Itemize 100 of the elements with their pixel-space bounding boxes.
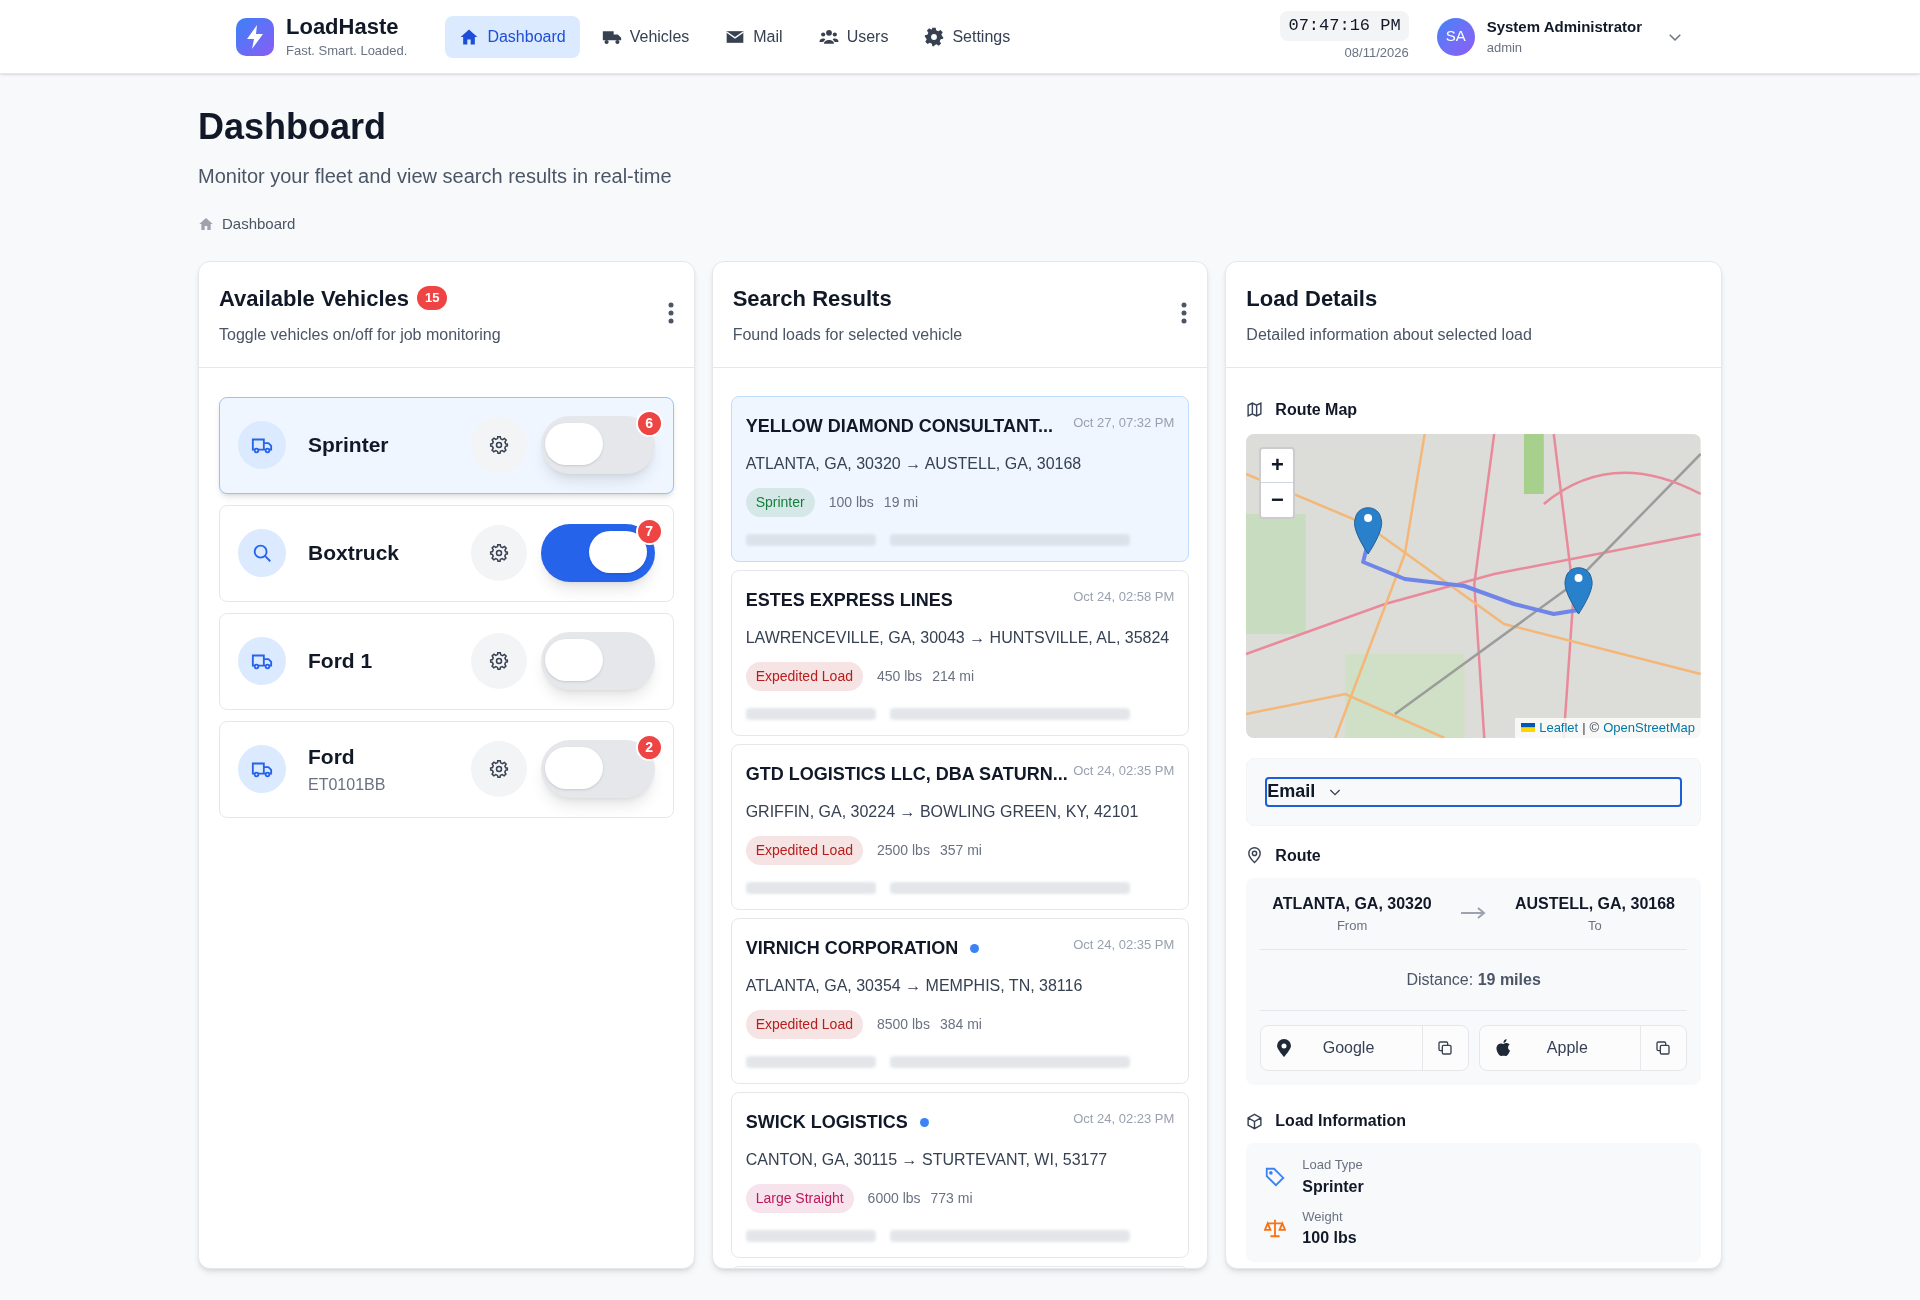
info-value: 100 lbs xyxy=(1302,1228,1357,1248)
notification-badge: 7 xyxy=(635,517,663,545)
toggle-switch[interactable] xyxy=(540,524,655,582)
openstreetmap-link[interactable]: OpenStreetMap xyxy=(1603,718,1695,738)
vehicle-name: Ford 1 xyxy=(308,648,374,675)
load-distance: 357 mi xyxy=(939,840,982,860)
more-options-icon[interactable] xyxy=(667,301,674,324)
app-tagline: Fast. Smart. Loaded. xyxy=(286,41,408,60)
settings-icon xyxy=(924,26,945,47)
load-route: CANTON, GA, 30115 → STURTEVANT, WI, 53177 xyxy=(745,1149,1109,1170)
vehicle-row[interactable]: Sprinter 6 xyxy=(219,396,674,494)
cube-icon xyxy=(1246,1112,1264,1130)
copy-icon xyxy=(1437,1040,1454,1056)
page-subtitle: Monitor your fleet and view search results in real-time xyxy=(198,164,673,189)
panel-title: Load Details xyxy=(1246,284,1379,313)
toggle-switch[interactable] xyxy=(540,416,655,474)
breadcrumb-link[interactable]: Dashboard xyxy=(222,213,296,236)
leaflet-link[interactable]: Leaflet xyxy=(1539,718,1579,738)
load-card[interactable]: SWICK LOGISTICS Oct 24, 02:23 PM CANTON, GA, 30115 → STURTEVANT, WI, 53177 Large Straight 6000 lbs 773 mi xyxy=(730,1091,1190,1258)
vehicle-name: Boxtruck xyxy=(308,540,401,567)
vehicle-row[interactable]: Ford ET0101BB 2 xyxy=(219,720,674,818)
info-label: Load Type xyxy=(1302,1156,1364,1174)
load-timestamp: Oct 27, 07:32 PM xyxy=(1073,413,1175,432)
nav-tab[interactable]: Vehicles xyxy=(587,15,704,58)
nav-tab[interactable]: Mail xyxy=(711,15,797,58)
company-name: SWICK LOGISTICS xyxy=(745,1110,908,1134)
contact-method-dropdown[interactable]: Email xyxy=(1265,776,1682,807)
attribution-separator: | xyxy=(1582,719,1586,737)
load-distance: 773 mi xyxy=(930,1188,973,1208)
load-weight: 100 lbs xyxy=(828,492,874,512)
route-distance: Distance: 19 miles xyxy=(1406,970,1541,990)
load-route: LAWRENCEVILLE, GA, 30043 → HUNTSVILLE, AL, 35824 xyxy=(745,627,1171,648)
panel-title: Available Vehicles xyxy=(219,284,409,313)
apple-icon xyxy=(1495,1039,1511,1057)
settings-icon xyxy=(488,435,509,455)
load-card[interactable]: YELLOW DIAMOND CONSULTANT... Oct 27, 07:32 PM ATLANTA, GA, 30320 → AUSTELL, GA, 30168 Sprinter 100 lbs 19 mi xyxy=(730,395,1190,562)
info-value: Sprinter xyxy=(1302,1176,1364,1197)
load-weight: 8500 lbs xyxy=(876,1014,930,1034)
info-label: Weight xyxy=(1302,1207,1344,1226)
load-timestamp: Oct 24, 02:35 PM xyxy=(1073,761,1175,780)
nav-tab[interactable]: Settings xyxy=(910,15,1025,58)
load-distance: 19 mi xyxy=(883,492,919,512)
section-heading: Route Map xyxy=(1275,399,1358,420)
scale-icon xyxy=(1264,1217,1287,1240)
notification-badge: 2 xyxy=(635,733,663,761)
count-badge: 15 xyxy=(416,286,448,310)
arrow-right-icon xyxy=(1460,906,1487,921)
load-type-tag: Expedited Load xyxy=(745,1009,863,1039)
company-name: VIRNICH CORPORATION xyxy=(745,936,959,960)
copyright-sign: © xyxy=(1589,719,1600,737)
vehicle-name: Ford xyxy=(308,744,356,771)
nav-tab[interactable]: Dashboard xyxy=(445,15,580,58)
load-timestamp: Oct 24, 02:35 PM xyxy=(1073,935,1175,954)
toggle-switch[interactable] xyxy=(540,632,655,690)
lightning-logo-icon xyxy=(236,17,274,56)
company-name: GTD LOGISTICS LLC, DBA SATURN... xyxy=(745,762,1068,786)
vehicle-plate: ET0101BB xyxy=(308,774,387,795)
user-avatar[interactable]: SA xyxy=(1436,17,1475,56)
load-weight: 2500 lbs xyxy=(876,840,930,860)
load-card[interactable]: ESTES EXPRESS LINES Oct 24, 02:58 PM LAWRENCEVILLE, GA, 30043 → HUNTSVILLE, AL, 35824 Expedited Load 450 lbs 214 mi xyxy=(730,569,1190,736)
search-icon xyxy=(251,542,273,564)
map-drawing[interactable] xyxy=(1246,433,1701,738)
section-heading: Route xyxy=(1275,845,1321,866)
destination-city: AUSTELL, GA, 30168 xyxy=(1514,893,1675,914)
load-weight: 6000 lbs xyxy=(867,1188,921,1208)
tag-icon xyxy=(1264,1165,1287,1188)
page-title: Dashboard xyxy=(198,105,388,149)
load-distance: 384 mi xyxy=(939,1014,982,1034)
load-card[interactable]: GTD LOGISTICS LLC, DBA SATURN... Oct 24, 02:35 PM GRIFFIN, GA, 30224 → BOWLING GREEN, KY, 42101 Expedited Load 2500 lbs 357 mi xyxy=(730,743,1190,910)
panel-subtitle: Found loads for selected vehicle xyxy=(732,324,964,345)
more-options-icon[interactable] xyxy=(1181,301,1188,324)
notification-badge: 6 xyxy=(635,409,663,437)
load-type-tag: Sprinter xyxy=(745,487,815,517)
load-distance: 214 mi xyxy=(932,666,975,686)
panel-subtitle: Detailed information about selected load xyxy=(1246,324,1533,345)
flag-icon xyxy=(1521,723,1536,733)
location-pin-icon xyxy=(1246,847,1264,864)
settings-icon xyxy=(488,543,509,563)
load-type-tag: Expedited Load xyxy=(745,661,863,691)
clock-time: 07:47:16 PM xyxy=(1280,11,1409,41)
clock-date: 08/11/2026 xyxy=(1344,43,1409,62)
destination-label: To xyxy=(1588,916,1602,935)
copy-icon xyxy=(1655,1040,1672,1056)
toggle-switch[interactable] xyxy=(540,740,655,798)
zoom-in-button[interactable]: + xyxy=(1261,448,1294,483)
load-route: ATLANTA, GA, 30320 → AUSTELL, GA, 30168 xyxy=(745,453,1083,474)
origin-city: ATLANTA, GA, 30320 xyxy=(1272,893,1432,914)
nav-tab[interactable]: Users xyxy=(804,15,903,58)
user-role: admin xyxy=(1486,39,1524,57)
load-weight: 450 lbs xyxy=(876,666,923,686)
user-name: System Administrator xyxy=(1486,16,1642,37)
load-route: ATLANTA, GA, 30354 → MEMPHIS, TN, 38116 xyxy=(745,975,1084,996)
map-icon xyxy=(1246,401,1264,418)
vehicle-row[interactable]: Boxtruck 7 xyxy=(219,504,674,602)
company-name: YELLOW DIAMOND CONSULTANT... xyxy=(745,414,1053,438)
panel-subtitle: Toggle vehicles on/off for job monitoring xyxy=(219,324,502,345)
vehicle-row[interactable]: Ford 1 xyxy=(219,612,674,710)
app-name: LoadHaste xyxy=(286,13,400,41)
zoom-out-button[interactable]: − xyxy=(1261,482,1294,517)
load-card[interactable]: VIRNICH CORPORATION Oct 24, 02:35 PM ATLANTA, GA, 30354 → MEMPHIS, TN, 38116 Expedited Load 8500 lbs 384 mi xyxy=(730,917,1190,1084)
